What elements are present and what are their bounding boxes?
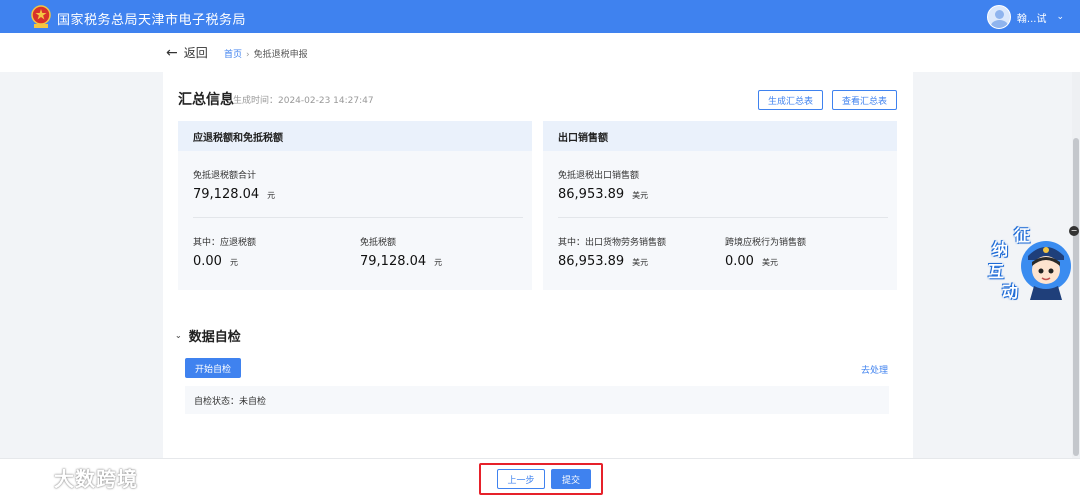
generated-time: 生成时间：2024-02-23 14:27:47 [233,96,374,106]
unit-label: 元 [267,191,276,200]
widget-char: 动 [1002,282,1019,301]
refund-value: 0.00 [193,254,222,269]
unit-label: 美元 [632,191,649,200]
breadcrumb: 首页 › 免抵退税申报 [224,47,308,60]
total-refund-value: 79,128.04 [193,187,260,202]
summary-title: 汇总信息 [178,92,234,108]
refund-tax-card: 应退税额和免抵税额 免抵退税额合计 79,128.04 元 其中：应退税额 0.0… [178,121,532,290]
breadcrumb-separator: › [246,50,250,60]
generate-summary-button[interactable]: 生成汇总表 [758,90,823,110]
unit-label: 美元 [761,258,778,267]
self-check-section-header[interactable]: ⌄ 数据自检 [175,326,241,345]
previous-step-button[interactable]: 上一步 [497,469,545,489]
self-check-status: 自检状态：未自检 [185,386,889,414]
breadcrumb-current: 免抵退税申报 [253,50,308,60]
watermark-text: 大数跨境 [54,467,138,491]
export-sales-card: 出口销售额 免抵退税出口销售额 86,953.89 美元 其中：出口货物劳务销售额… [543,121,897,290]
divider [558,217,888,218]
goods-sales-label: 其中：出口货物劳务销售额 [558,238,667,248]
card-title: 应退税额和免抵税额 [178,121,532,151]
watermark: 大数跨境 [8,463,138,492]
unit-label: 元 [229,258,238,267]
export-total-value-row: 86,953.89 美元 [558,187,648,202]
goods-sales-value-row: 86,953.89 美元 [558,254,648,269]
breadcrumb-bar: ← 返回 首页 › 免抵退税申报 [0,33,1080,72]
avatar[interactable] [986,5,1011,29]
user-menu[interactable]: 翰...试 ⌄ [986,5,1064,29]
card-title: 出口销售额 [543,121,897,151]
watermark-logo-icon [8,467,48,487]
refund-value-row: 0.00 元 [193,254,238,269]
tax-emblem-icon [31,5,51,28]
goods-sales-value: 86,953.89 [558,254,625,269]
officer-mascot-icon [1021,241,1071,300]
user-name[interactable]: 翰...试 [1017,10,1047,25]
export-total-value: 86,953.89 [558,187,625,202]
unit-label: 元 [434,258,443,267]
exempt-value: 79,128.04 [360,254,427,269]
exempt-value-row: 79,128.04 元 [360,254,442,269]
view-summary-button[interactable]: 查看汇总表 [832,90,897,110]
total-refund-value-row: 79,128.04 元 [193,187,275,202]
chevron-down-icon[interactable]: ⌄ [175,331,182,340]
divider [193,217,523,218]
start-self-check-button[interactable]: 开始自检 [185,358,241,378]
crossborder-sales-value-row: 0.00 美元 [725,254,778,269]
arrow-left-icon[interactable]: ← [166,45,178,61]
total-refund-label: 免抵退税额合计 [193,171,257,181]
breadcrumb-home-link[interactable]: 首页 [224,50,242,60]
chevron-down-icon[interactable]: ⌄ [1056,12,1064,22]
refund-label: 其中：应退税额 [193,238,257,248]
submit-button[interactable]: 提交 [551,469,591,489]
widget-char: 纳 [992,240,1009,259]
export-total-label: 免抵退税出口销售额 [558,171,640,181]
widget-close-icon[interactable]: − [1069,226,1079,236]
main-panel: 汇总信息 生成时间：2024-02-23 14:27:47 生成汇总表 查看汇总… [163,72,913,460]
unit-label: 美元 [632,258,649,267]
crossborder-sales-label: 跨境应税行为销售额 [725,238,807,248]
back-label[interactable]: 返回 [184,44,208,61]
back-button[interactable]: ← 返回 [166,44,208,61]
exempt-label: 免抵税额 [360,238,397,248]
self-check-title: 数据自检 [188,330,241,345]
top-header: 国家税务总局天津市电子税务局 翰...试 ⌄ [0,0,1080,33]
interaction-widget[interactable]: 征 纳 互 动 [984,222,1076,302]
go-handle-link[interactable]: 去处理 [861,363,888,376]
crossborder-sales-value: 0.00 [725,254,754,269]
site-title: 国家税务总局天津市电子税务局 [57,13,247,28]
